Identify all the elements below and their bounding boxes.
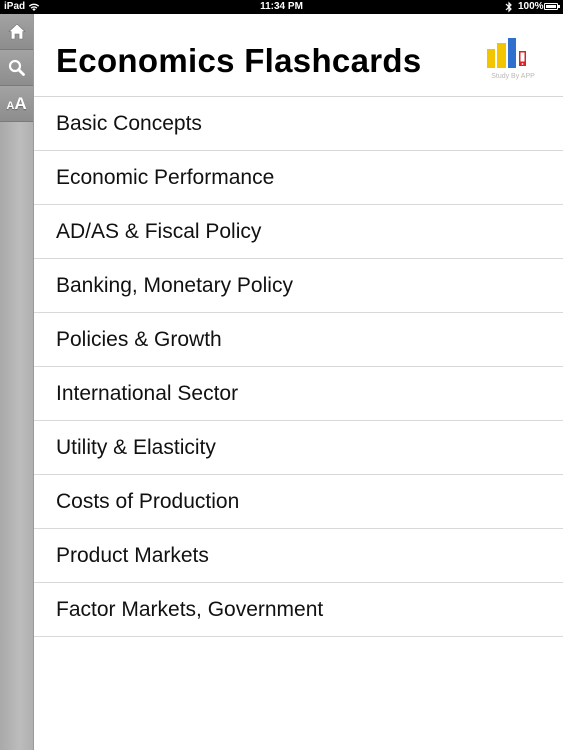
font-size-button[interactable]: AA [0,86,33,122]
bluetooth-icon [505,1,512,13]
topic-item-international-sector[interactable]: International Sector [34,367,563,421]
battery-percent: 100% [518,1,544,12]
study-by-app-logo: Study By APP [478,36,548,86]
page-title: Economics Flashcards [56,42,422,79]
font-size-icon: AA [6,93,27,113]
topic-item-banking-monetary-policy[interactable]: Banking, Monetary Policy [34,259,563,313]
topic-item-economic-performance[interactable]: Economic Performance [34,151,563,205]
main-content: Economics Flashcards Study By APP Basic … [34,14,563,750]
topic-list: Basic Concepts Economic Performance AD/A… [34,97,563,637]
search-icon [8,59,25,76]
topic-item-basic-concepts[interactable]: Basic Concepts [34,97,563,151]
battery-icon [544,3,560,10]
sidebar: AA [0,14,34,750]
header: Economics Flashcards Study By APP [34,14,563,97]
home-button[interactable] [0,14,33,50]
status-bar: iPad 11:34 PM 100% [0,0,563,14]
search-button[interactable] [0,50,33,86]
status-time: 11:34 PM [260,1,303,12]
topic-item-factor-markets-government[interactable]: Factor Markets, Government [34,583,563,637]
topic-item-adas-fiscal-policy[interactable]: AD/AS & Fiscal Policy [34,205,563,259]
home-icon [7,23,26,40]
logo-caption: Study By APP [491,73,535,80]
topic-item-utility-elasticity[interactable]: Utility & Elasticity [34,421,563,475]
logo-bars-icon [487,38,526,68]
topic-item-product-markets[interactable]: Product Markets [34,529,563,583]
topic-item-policies-growth[interactable]: Policies & Growth [34,313,563,367]
topic-item-costs-of-production[interactable]: Costs of Production [34,475,563,529]
